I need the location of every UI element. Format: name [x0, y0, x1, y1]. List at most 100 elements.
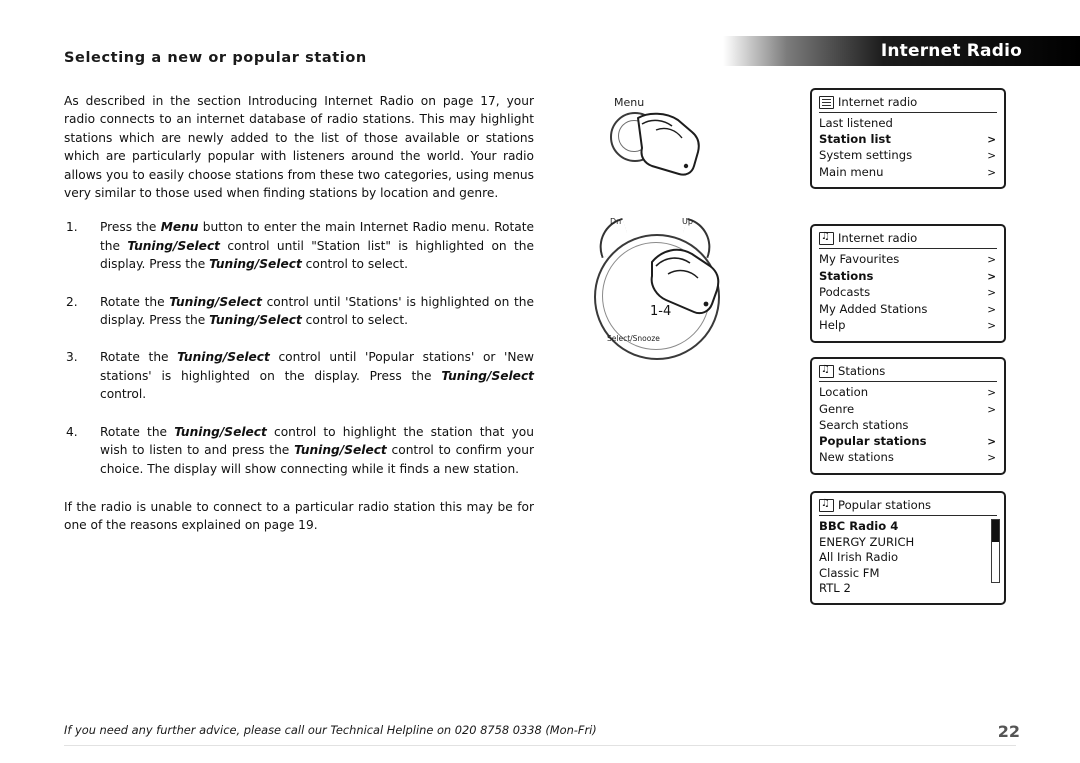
- lcd-menu-item-label: Podcasts: [819, 285, 871, 300]
- lcd-menu-item[interactable]: Popular stations >: [819, 434, 997, 451]
- step-emphasis: Tuning/Select: [294, 443, 387, 458]
- lcd-menu-item-label: Main menu: [819, 164, 884, 179]
- lcd-menu-item-label: Stations: [819, 268, 874, 283]
- lcd-menu-item[interactable]: My Favourites >: [819, 252, 997, 269]
- lcd-scrollbar-thumb[interactable]: [992, 520, 999, 542]
- lcd-title: Popular stations: [838, 498, 932, 512]
- lcd-menu-item[interactable]: BBC Radio 4: [819, 519, 997, 535]
- note-icon: [819, 364, 834, 378]
- step-emphasis: Tuning/Select: [209, 313, 302, 328]
- lcd-screen: Internet radio Last listened Station list >…: [810, 88, 1006, 190]
- step-item: 2. Rotate the Tuning/Select control until…: [64, 293, 534, 330]
- lcd-menu-item[interactable]: Main menu >: [819, 165, 997, 182]
- hand-pointing-icon-1: [637, 112, 700, 176]
- steps-list: 1. Press the Menu button to enter the mai…: [64, 218, 534, 477]
- lcd-menu-item-label: New stations: [819, 450, 894, 465]
- lcd-scrollbar[interactable]: [991, 519, 1000, 583]
- lcd-menu-item-label: Classic FM: [819, 565, 880, 580]
- chevron-right-icon: >: [987, 133, 996, 146]
- lcd-menu-item-label: Search stations: [819, 418, 909, 433]
- lcd-menu-item[interactable]: Classic FM: [819, 566, 997, 582]
- step-emphasis: Tuning/Select: [177, 350, 270, 365]
- lcd-menu-item[interactable]: System settings >: [819, 148, 997, 165]
- header-banner: Internet Radio: [723, 36, 1080, 66]
- chevron-right-icon: >: [987, 150, 996, 163]
- lcd-menu-item[interactable]: All Irish Radio: [819, 550, 997, 566]
- lcd-menu-item-label: Popular stations: [819, 433, 927, 448]
- lcd-menu-item[interactable]: RTL 2: [819, 581, 997, 597]
- footer-divider: [64, 745, 1016, 746]
- lcd-menu-item[interactable]: Station list >: [819, 132, 997, 149]
- lcd-menu-item[interactable]: Search stations: [819, 418, 997, 434]
- closing-paragraph: If the radio is unable to connect to a p…: [64, 499, 534, 533]
- step-number: 2.: [66, 294, 78, 309]
- lcd-menu-item[interactable]: Podcasts >: [819, 285, 997, 302]
- step-run: control to select.: [301, 257, 408, 272]
- step-emphasis: Menu: [160, 220, 199, 235]
- menu-button-label: Menu: [614, 96, 645, 109]
- lcd-menu-item[interactable]: Stations >: [819, 269, 997, 286]
- lcd-screen: Internet radioMy Favourites>Stations>Pod…: [810, 224, 1006, 343]
- step-item: 4. Rotate the Tuning/Select control to hi…: [64, 423, 534, 478]
- step-number: 3.: [66, 350, 78, 365]
- chevron-right-icon: >: [987, 435, 996, 448]
- step-run: Press the: [100, 220, 161, 235]
- step-run: Rotate the: [100, 350, 178, 365]
- step-item: 1. Press the Menu button to enter the mai…: [64, 218, 534, 273]
- chevron-right-icon: >: [987, 303, 996, 316]
- note-icon: [819, 231, 834, 245]
- step-emphasis: Tuning/Select: [209, 257, 302, 272]
- chevron-right-icon: >: [987, 452, 996, 465]
- dial-label-up: Up: [682, 217, 693, 226]
- lcd-title-row: Internet radio: [819, 231, 997, 249]
- lcd-menu-item[interactable]: Help >: [819, 318, 997, 335]
- lcd-menu-item-label: My Added Stations: [819, 301, 928, 316]
- lcd-menu-item[interactable]: New stations >: [819, 450, 997, 467]
- lcd-menu-item-label: My Favourites: [819, 252, 900, 266]
- lcd-menu-item-label: Help: [819, 318, 846, 333]
- page-number: 22: [997, 722, 1020, 741]
- step-item: 3. Rotate the Tuning/Select control until…: [64, 348, 534, 403]
- lcd-menu-item-label: BBC Radio 4: [819, 519, 899, 533]
- body-text-column: As described in the section Introducing …: [64, 92, 534, 551]
- lcd-title: Stations: [838, 364, 886, 378]
- dial-label-down: Dn: [610, 217, 622, 226]
- lcd-menu-item-label: Location: [819, 385, 869, 399]
- lcd-menu-item[interactable]: Genre >: [819, 402, 997, 419]
- lcd-menu-item-label: RTL 2: [819, 581, 851, 596]
- lcd-screen: Stations Location > Genre > Search stationsPo…: [810, 357, 1006, 475]
- lcd-title: Internet radio: [838, 95, 918, 109]
- step-emphasis: Tuning/Select: [169, 294, 262, 309]
- dial-label-select-snooze: Select/Snooze: [607, 334, 660, 343]
- lcd-title-row: Internet radio: [819, 95, 997, 113]
- chevron-right-icon: >: [987, 270, 996, 283]
- step-text: Press the Menu button to enter the main …: [100, 220, 534, 271]
- step-run: control.: [100, 387, 147, 402]
- lcd-screen: Popular stations BBC Radio 4 ENERGY ZURICH…: [810, 491, 1006, 605]
- chevron-right-icon: >: [987, 254, 996, 266]
- chevron-right-icon: >: [987, 166, 996, 179]
- lcd-menu-item[interactable]: ENERGY ZURICH: [819, 535, 997, 551]
- step-text: Rotate the Tuning/Select control until '…: [100, 350, 534, 401]
- list-icon: [819, 95, 834, 109]
- lcd-title-row: Popular stations: [819, 498, 997, 516]
- control-diagram: Menu 1 Dn Up Select/Snooze 1-4: [586, 88, 766, 368]
- chevron-right-icon: >: [987, 320, 996, 333]
- step-number: 4.: [66, 424, 78, 439]
- lcd-menu-item[interactable]: My Added Stations >: [819, 302, 997, 319]
- step-run: control to select.: [301, 313, 408, 328]
- note-icon: [819, 498, 834, 512]
- chevron-right-icon: >: [987, 287, 996, 300]
- lcd-title: Internet radio: [838, 231, 918, 245]
- lcd-menu-item-label: System settings: [819, 148, 913, 163]
- page-title: Selecting a new or popular station: [64, 50, 367, 66]
- lcd-title-row: Stations: [819, 364, 997, 382]
- step-text: Rotate the Tuning/Select control until '…: [100, 295, 534, 327]
- step-emphasis: Tuning/Select: [441, 368, 534, 383]
- footer-helpline: If you need any further advice, please c…: [64, 723, 597, 737]
- lcd-menu-item[interactable]: Location >: [819, 385, 997, 402]
- lcd-menu-item-label: Last listened: [819, 116, 893, 130]
- step-emphasis: Tuning/Select: [127, 238, 220, 253]
- lcd-menu-item[interactable]: Last listened: [819, 116, 997, 132]
- chevron-right-icon: >: [987, 403, 996, 416]
